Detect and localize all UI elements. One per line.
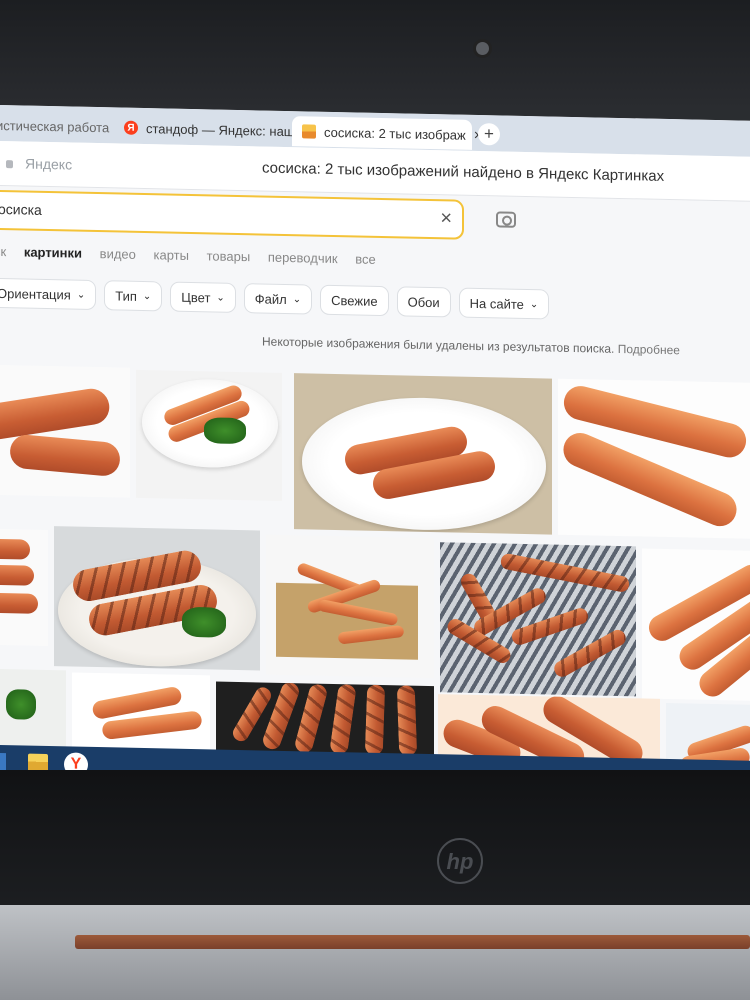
address-brand-label: Яндекс (25, 155, 73, 173)
more-info-link[interactable]: Подробнее (618, 342, 680, 357)
clear-search-icon[interactable]: × (440, 207, 452, 230)
tab-translator[interactable]: переводчик (268, 250, 338, 266)
laptop-hinge (75, 935, 750, 949)
tab-search[interactable]: ск (0, 244, 6, 259)
hp-logo-icon: hp (437, 838, 483, 884)
image-result[interactable] (642, 548, 750, 701)
herb-image (6, 689, 36, 720)
sausage-image (0, 538, 30, 560)
image-result[interactable] (440, 542, 636, 697)
image-favicon-icon (302, 124, 316, 139)
filter-fresh[interactable]: Свежие (320, 284, 389, 317)
search-box: × (0, 189, 464, 240)
tab-images[interactable]: картинки (24, 244, 82, 260)
search-input[interactable] (0, 199, 420, 227)
sausage-image (8, 433, 122, 478)
laptop-bezel-top (0, 0, 750, 110)
grilled-sausage-image (329, 683, 357, 756)
image-result[interactable] (0, 529, 48, 647)
filter-label: Файл (254, 290, 287, 307)
tab-label: сосиска: 2 тыс изображ (324, 124, 466, 143)
filter-label: На сайте (469, 295, 524, 312)
address-brand[interactable]: Яндекс (6, 155, 73, 173)
image-result[interactable] (0, 669, 66, 751)
image-result[interactable] (54, 526, 260, 671)
parsley-image (182, 606, 226, 638)
filter-bar: Ориентация ⌄ Тип ⌄ Цвет ⌄ Файл ⌄ Свежие Обои… (0, 277, 550, 320)
filter-orientation[interactable]: Ориентация ⌄ (0, 277, 97, 311)
filter-color[interactable]: Цвет ⌄ (170, 281, 236, 313)
image-result[interactable] (72, 672, 210, 756)
new-tab-button[interactable]: + (478, 123, 500, 146)
grilled-sausage-image (364, 684, 386, 756)
filter-on-site[interactable]: На сайте ⌄ (458, 287, 550, 320)
tab-video[interactable]: видео (100, 246, 136, 262)
chevron-down-icon: ⌄ (292, 293, 302, 305)
filter-label: Свежие (331, 292, 378, 309)
chevron-down-icon: ⌄ (76, 289, 86, 301)
lock-icon (6, 160, 13, 169)
filter-label: Тип (115, 287, 137, 304)
screen: тистическая работа Я стандоф — Яндекс: н… (0, 105, 750, 786)
filter-type[interactable]: Тип ⌄ (104, 280, 163, 312)
tab-maps[interactable]: карты (154, 247, 189, 263)
filter-label: Цвет (181, 289, 211, 305)
tab-standoff[interactable]: Я стандоф — Яндекс: нашл (124, 113, 302, 146)
removed-results-notice: Некоторые изображения были удалены из ре… (262, 334, 680, 357)
chevron-down-icon: ⌄ (529, 298, 539, 310)
filter-wallpapers[interactable]: Обои (396, 286, 451, 318)
image-result[interactable] (558, 378, 750, 539)
image-result[interactable] (0, 365, 130, 498)
image-result[interactable] (136, 369, 282, 501)
tab-products[interactable]: товары (207, 248, 251, 264)
sausage-image (0, 592, 38, 614)
search-vertical-tabs: ск картинки видео карты товары переводчи… (0, 244, 390, 267)
grilled-sausage-image (499, 552, 631, 594)
yandex-favicon-icon: Я (124, 120, 138, 135)
camera-search-icon[interactable] (496, 211, 516, 228)
notice-text: Некоторые изображения были удалены из ре… (262, 334, 615, 356)
tab-statistics[interactable]: тистическая работа (0, 110, 110, 142)
filter-file[interactable]: Файл ⌄ (243, 283, 313, 315)
grilled-sausage-image (551, 627, 629, 680)
sausage-image (0, 564, 34, 586)
chevron-down-icon: ⌄ (216, 292, 225, 304)
tab-label: стандоф — Яндекс: нашл (146, 120, 302, 139)
tab-all[interactable]: все (355, 251, 376, 266)
filter-label: Ориентация (0, 285, 71, 302)
laptop-base (0, 905, 750, 1000)
sausage-image (0, 386, 113, 442)
image-result[interactable] (294, 373, 552, 535)
tab-label: тистическая работа (0, 117, 110, 135)
image-result[interactable] (266, 534, 434, 679)
grilled-sausage-image (396, 685, 418, 756)
page-title: сосиска: 2 тыс изображений найдено в Янд… (262, 159, 665, 185)
parsley-image (204, 417, 246, 445)
tab-sausage-images[interactable]: сосиска: 2 тыс изображ × (292, 116, 483, 150)
chevron-down-icon: ⌄ (142, 290, 152, 302)
filter-label: Обои (407, 294, 440, 310)
webcam (476, 42, 489, 55)
